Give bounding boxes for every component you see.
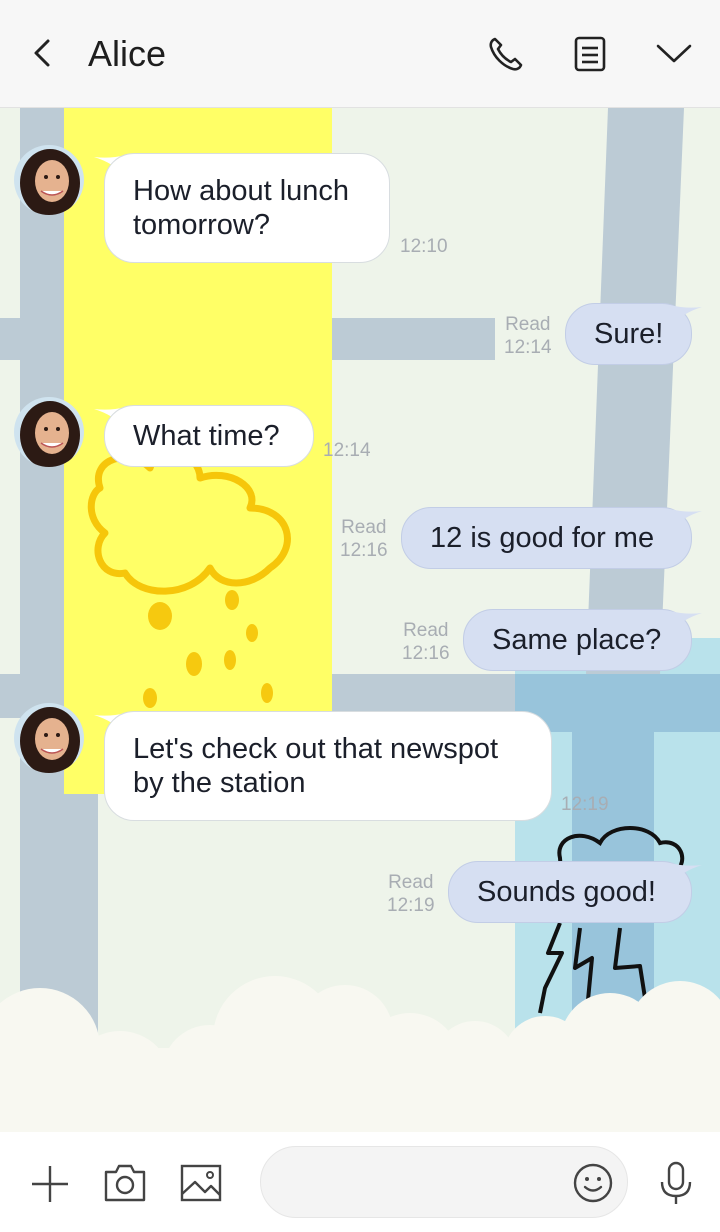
- message-meta: Read 12:14: [504, 313, 552, 359]
- message-meta: Read 12:16: [340, 516, 388, 562]
- message-bubble-incoming[interactable]: How about lunch tomorrow?: [104, 153, 390, 263]
- message-text: Sounds good!: [477, 876, 656, 908]
- message-text: 12 is good for me: [430, 522, 655, 554]
- message-bubble-outgoing[interactable]: Sounds good!: [448, 861, 692, 923]
- message-time: 12:14: [323, 440, 371, 461]
- message-time: 12:10: [400, 236, 448, 257]
- avatar[interactable]: [14, 397, 84, 467]
- message-text: Sure!: [594, 318, 664, 350]
- camera-icon: [104, 1164, 146, 1202]
- chat-header: Alice: [0, 0, 720, 108]
- read-status: Read: [341, 517, 387, 538]
- bubble-tail: [670, 305, 702, 327]
- bubble-tail: [670, 509, 702, 531]
- message-text: by the station: [133, 767, 306, 799]
- message-bubble-outgoing[interactable]: Same place?: [463, 609, 692, 671]
- bubble-tail: [670, 611, 702, 633]
- message-time: 12:19: [561, 794, 609, 815]
- chat-title: Alice: [88, 33, 167, 74]
- message-text: What time?: [133, 420, 280, 452]
- message-text: Same place?: [492, 624, 662, 656]
- add-button[interactable]: [28, 1162, 72, 1211]
- message-meta: Read 12:19: [387, 871, 435, 917]
- chat-screen: Alice How about lunch tomorrow? 12:10 Re…: [0, 0, 720, 1232]
- bubble-tail: [670, 863, 702, 885]
- avatar-image: [14, 703, 84, 773]
- message-bubble-incoming[interactable]: What time?: [104, 405, 314, 467]
- message-meta: Read 12:16: [402, 619, 450, 665]
- avatar-image: [14, 397, 84, 467]
- read-status: Read: [505, 314, 551, 335]
- message-bubble-outgoing[interactable]: 12 is good for me: [401, 507, 692, 569]
- read-status: Read: [403, 620, 449, 641]
- avatar[interactable]: [14, 145, 84, 215]
- menu-button[interactable]: [654, 34, 694, 74]
- message-text: Let's check out that newspot: [133, 733, 499, 765]
- microphone-icon: [660, 1161, 692, 1204]
- notes-button[interactable]: [570, 34, 610, 74]
- smiley-icon: [573, 1163, 613, 1203]
- avatar-image: [14, 145, 84, 215]
- message-bubble-incoming[interactable]: Let's check out that newspot by the stat…: [104, 711, 552, 821]
- camera-button[interactable]: [103, 1162, 147, 1209]
- message-time: 12:19: [387, 895, 435, 916]
- message-text: tomorrow?: [133, 209, 270, 241]
- message-time: 12:16: [402, 643, 450, 664]
- call-button[interactable]: [486, 34, 526, 74]
- message-text: How about lunch: [133, 175, 350, 207]
- back-button[interactable]: [22, 33, 62, 73]
- message-input-bar: [0, 1132, 720, 1232]
- plus-icon: [32, 1166, 68, 1202]
- emoji-button[interactable]: [572, 1162, 614, 1209]
- notes-icon: [574, 36, 606, 72]
- message-time: 12:14: [504, 337, 552, 358]
- avatar[interactable]: [14, 703, 84, 773]
- voice-button[interactable]: [656, 1160, 696, 1211]
- chevron-down-icon: [656, 44, 692, 63]
- phone-icon: [489, 37, 523, 71]
- image-button[interactable]: [179, 1162, 223, 1209]
- message-time: 12:16: [340, 540, 388, 561]
- image-icon: [180, 1164, 222, 1202]
- chevron-left-icon: [34, 39, 50, 67]
- read-status: Read: [388, 872, 434, 893]
